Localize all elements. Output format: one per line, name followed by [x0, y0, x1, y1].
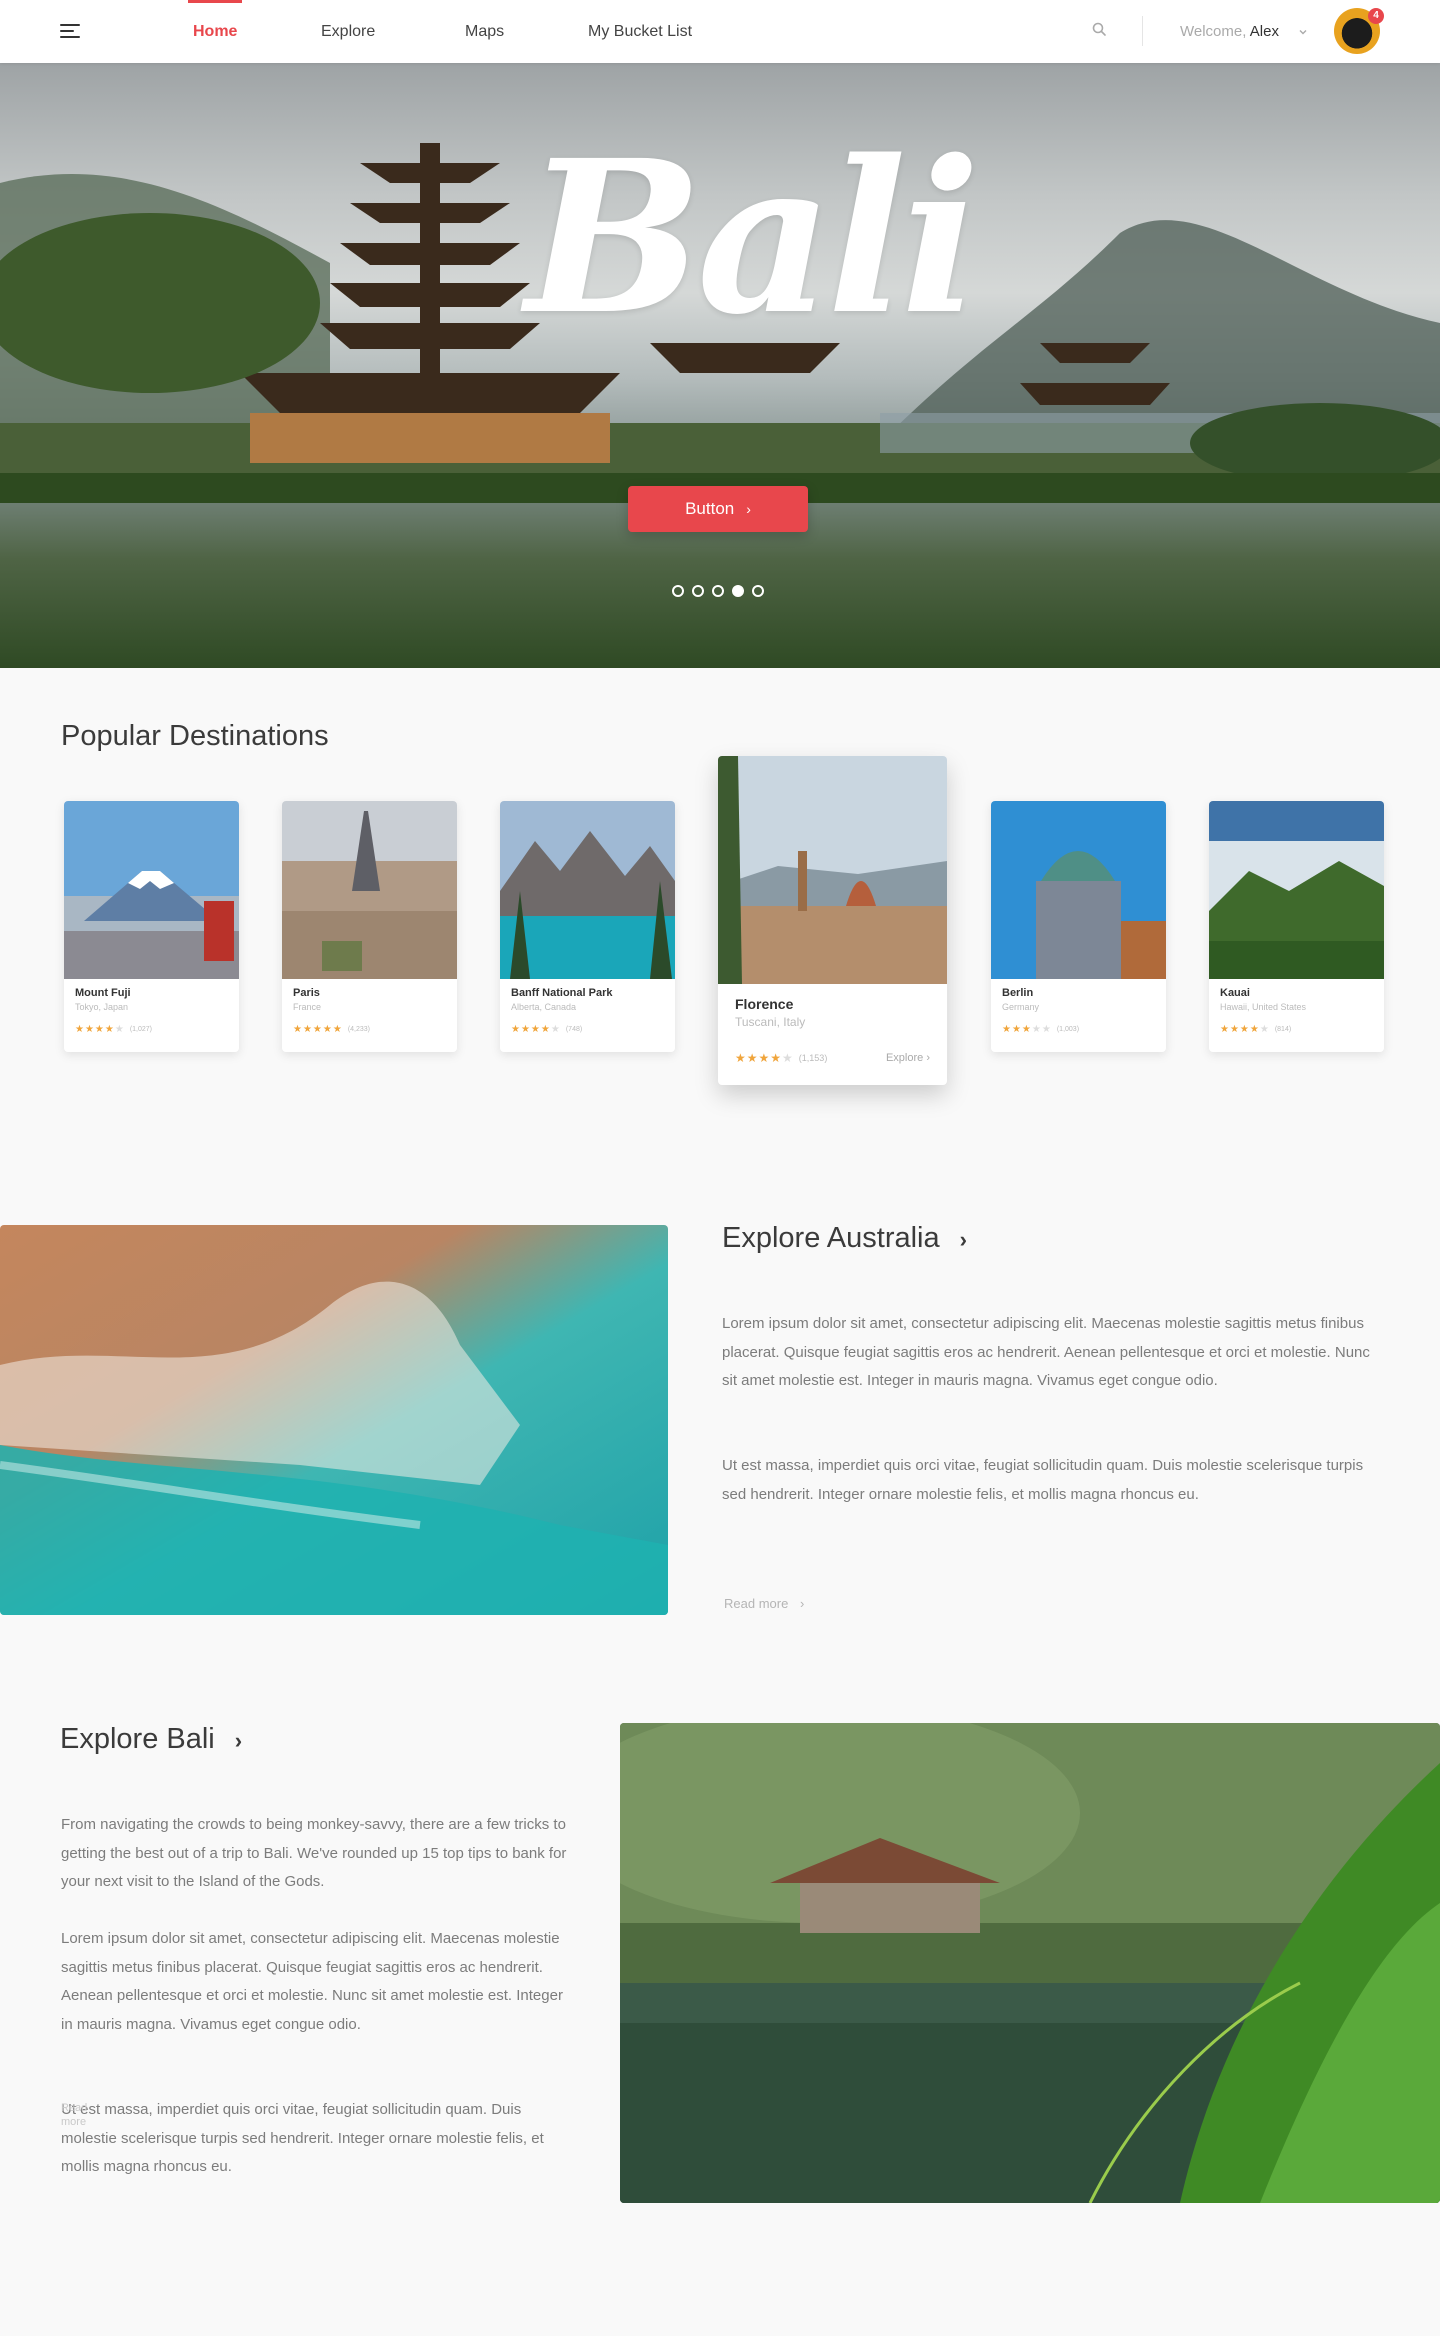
chevron-right-icon: › — [959, 1227, 967, 1252]
hero-dot-2[interactable] — [692, 585, 704, 597]
card-rating: ★★★★★ (748) — [511, 1024, 583, 1035]
chevron-right-icon: › — [926, 1052, 930, 1064]
top-navbar: Home Explore Maps My Bucket List Welcome… — [0, 0, 1440, 63]
hero-dot-3[interactable] — [712, 585, 724, 597]
card-rating: ★★★★★ (814) — [1220, 1024, 1292, 1035]
card-name: Kauai — [1220, 987, 1250, 999]
hamburger-menu-icon[interactable] — [60, 24, 80, 38]
destination-card[interactable]: Berlin Germany ★★★★★ (1,003) — [991, 801, 1166, 1052]
destination-card-featured[interactable]: Florence Tuscani, Italy ★★★★★ (1,153) Exp… — [718, 756, 947, 1085]
hero-dot-5[interactable] — [752, 585, 764, 597]
nav-divider — [1142, 16, 1143, 46]
card-rating: ★★★★★ (1,027) — [75, 1024, 153, 1035]
nav-link-home[interactable]: Home — [187, 0, 243, 63]
destination-card[interactable]: Kauai Hawaii, United States ★★★★★ (814) — [1209, 801, 1384, 1052]
read-more-label: Read more — [724, 1596, 789, 1611]
card-location: Germany — [1002, 1002, 1040, 1012]
card-name: Berlin — [1002, 987, 1034, 999]
card-location: Tuscani, Italy — [735, 1015, 806, 1029]
nav-link-explore[interactable]: Explore — [321, 0, 375, 63]
card-explore-link[interactable]: Explore › — [886, 1052, 930, 1064]
hero-title: Bali — [525, 114, 980, 361]
kauai-image — [1209, 801, 1384, 979]
card-location: Hawaii, United States — [1220, 1002, 1307, 1012]
card-name: Paris — [293, 987, 320, 999]
australia-paragraph-2: Ut est massa, imperdiet quis orci vitae,… — [722, 1457, 1364, 1503]
hero-dot-1[interactable] — [672, 585, 684, 597]
paris-image — [282, 801, 457, 979]
welcome-prefix: Welcome, — [1180, 23, 1247, 40]
card-rating: ★★★★★ (1,003) — [1002, 1024, 1080, 1035]
destination-card[interactable]: Paris France ★★★★★ (4,233) — [282, 801, 457, 1052]
hero-dot-4[interactable] — [732, 585, 744, 597]
explore-bali-title: Explore Bali — [60, 1723, 215, 1755]
bali-paragraph-1: From navigating the crowds to being monk… — [61, 1816, 567, 1890]
hero-pagination — [672, 585, 764, 597]
chevron-down-icon[interactable] — [1297, 26, 1309, 38]
berlin-image — [991, 801, 1166, 979]
card-review-count: (1,027) — [129, 1026, 153, 1033]
bali-paragraph-3: Ut est massa, imperdiet quis orci vitae,… — [61, 2101, 544, 2175]
chevron-right-icon: › — [234, 1728, 243, 1753]
bali-paragraph-2: Lorem ipsum dolor sit amet, consectetur … — [61, 1930, 563, 2033]
card-rating: ★★★★★ (1,153) — [735, 1051, 828, 1065]
card-review-count: (4,233) — [347, 1026, 371, 1033]
popular-destinations-title: Popular Destinations — [61, 720, 329, 752]
banff-image — [500, 801, 675, 979]
destination-card[interactable]: Mount Fuji Tokyo, Japan ★★★★★ (1,027) — [64, 801, 239, 1052]
bali-temple-image — [620, 1723, 1440, 2203]
destination-card[interactable]: Banff National Park Alberta, Canada ★★★★… — [500, 801, 675, 1052]
card-name: Banff National Park — [511, 987, 613, 999]
user-welcome[interactable]: Welcome, Alex — [1180, 0, 1279, 63]
explore-australia-title: Explore Australia — [722, 1222, 940, 1254]
florence-image — [718, 756, 947, 984]
read-more-link[interactable]: Read more › — [724, 1596, 804, 1611]
card-name: Florence — [735, 996, 794, 1012]
card-location: Alberta, Canada — [511, 1002, 577, 1012]
australia-beach-image — [0, 1225, 668, 1615]
card-name: Mount Fuji — [75, 987, 131, 999]
user-name: Alex — [1249, 23, 1279, 40]
card-review-count: (1,153) — [798, 1053, 828, 1063]
explore-australia-link[interactable]: Explore Australia › — [722, 1222, 967, 1255]
card-review-count: (1,003) — [1056, 1026, 1080, 1033]
faded-read-more[interactable]: Read more — [61, 2101, 101, 2129]
explore-bali-link[interactable]: Explore Bali › — [60, 1723, 242, 1756]
notification-badge: 4 — [1368, 8, 1384, 24]
nav-link-maps[interactable]: Maps — [465, 0, 504, 63]
chevron-right-icon: › — [746, 501, 751, 517]
hero-cta-label: Button — [685, 499, 735, 518]
hero-banner: Bali Button › — [0, 63, 1440, 668]
australia-paragraph-1: Lorem ipsum dolor sit amet, consectetur … — [722, 1315, 1370, 1389]
card-location: Tokyo, Japan — [75, 1002, 129, 1012]
card-review-count: (748) — [565, 1026, 583, 1033]
card-location: France — [293, 1002, 322, 1012]
chevron-right-icon: › — [799, 1596, 805, 1611]
hero-cta-button[interactable]: Button › — [628, 486, 808, 532]
card-rating: ★★★★★ (4,233) — [293, 1024, 371, 1035]
card-review-count: (814) — [1274, 1026, 1292, 1033]
nav-link-bucket-list[interactable]: My Bucket List — [588, 0, 692, 63]
card-explore-label: Explore — [885, 1052, 924, 1064]
mount-fuji-image — [64, 801, 239, 979]
search-icon[interactable] — [1090, 20, 1110, 40]
